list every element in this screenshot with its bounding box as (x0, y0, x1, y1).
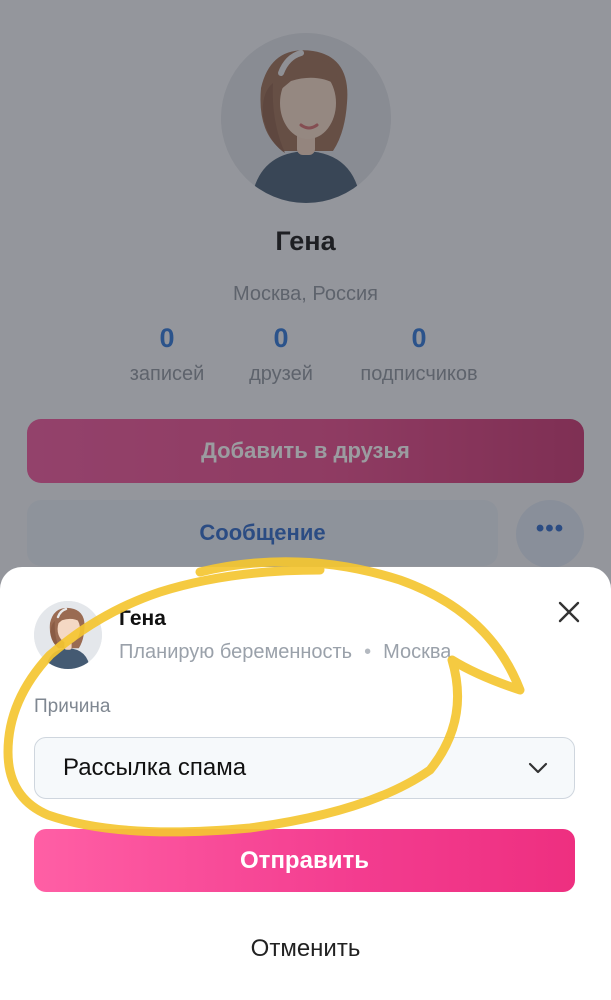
sheet-user-name: Гена (119, 607, 166, 630)
user-status: Планирую беременность (119, 641, 353, 663)
reason-label: Причина (34, 696, 111, 717)
close-button[interactable] (552, 595, 586, 629)
report-sheet: Гена Планирую беременность • Москва Причин… (0, 567, 611, 1000)
meta-separator: • (364, 641, 372, 663)
user-city: Москва (383, 641, 452, 663)
sheet-avatar (34, 601, 102, 669)
chevron-down-icon (528, 762, 548, 774)
avatar-illustration (34, 601, 102, 669)
reason-dropdown[interactable]: Рассылка спама (34, 737, 575, 799)
submit-button[interactable]: Отправить (34, 829, 575, 892)
cancel-button[interactable]: Отменить (0, 935, 611, 963)
close-icon (558, 601, 580, 623)
reason-selected-value: Рассылка спама (63, 754, 247, 781)
sheet-user-meta: Планирую беременность • Москва (119, 641, 451, 664)
